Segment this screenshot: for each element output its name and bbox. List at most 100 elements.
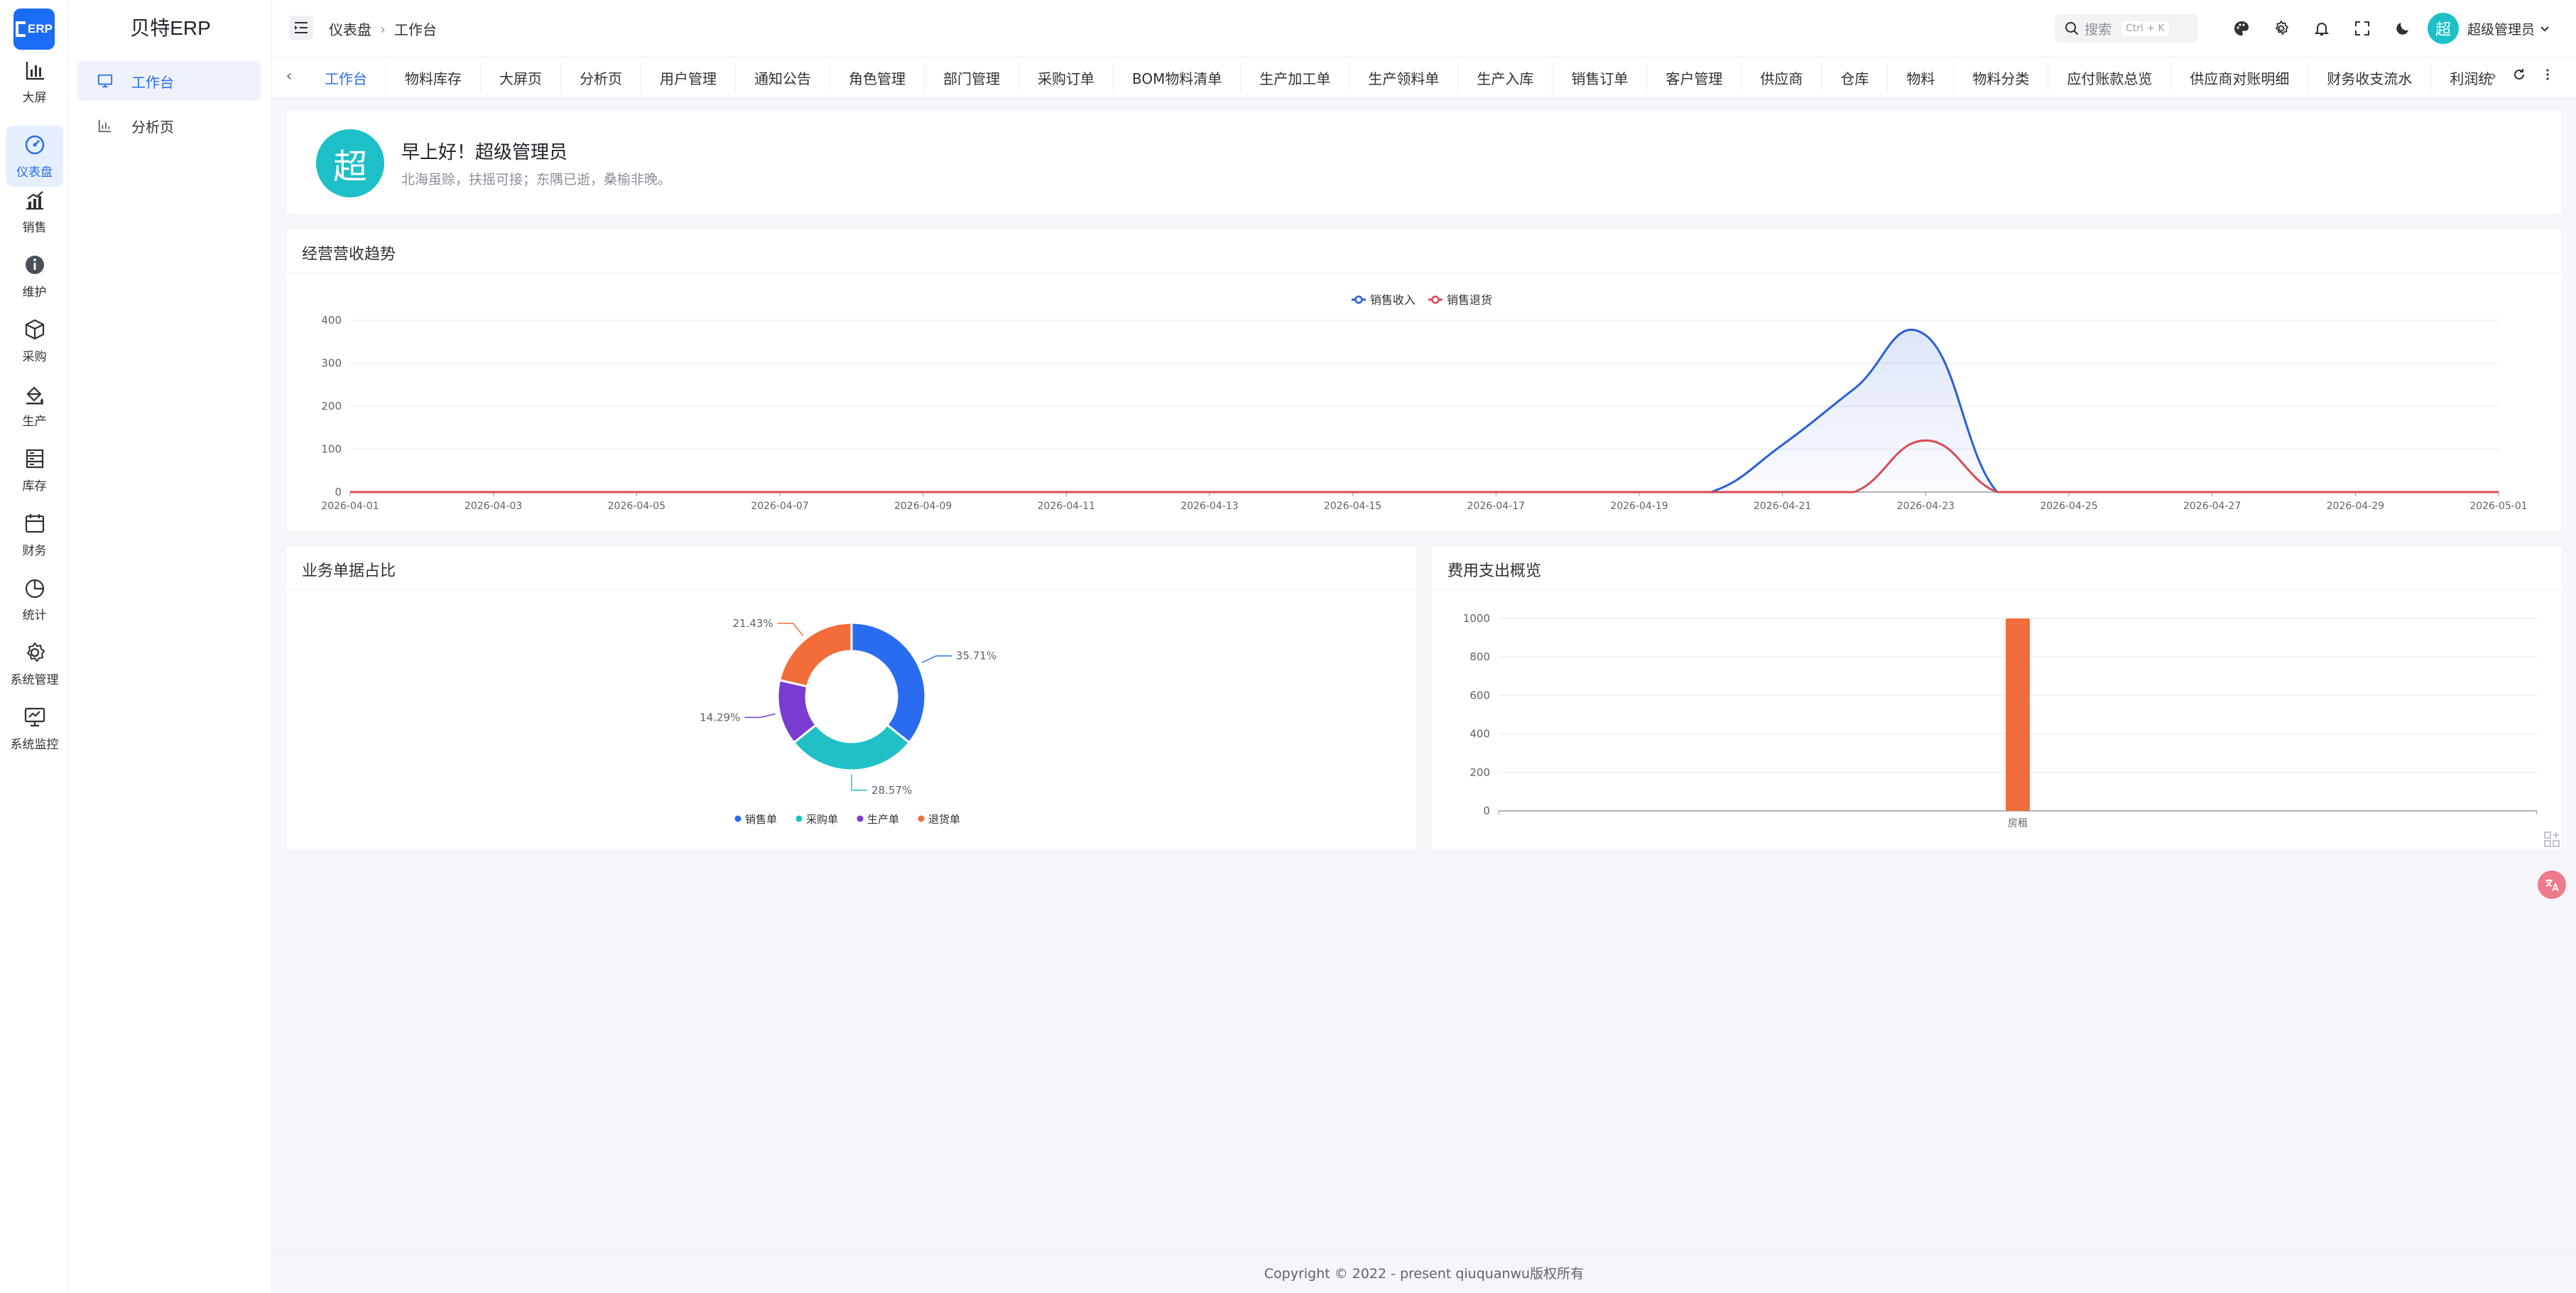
welcome-card: 超 早上好！超级管理员 北海虽赊，扶摇可接；东隅已逝，桑榆非晚。 <box>286 111 2562 214</box>
user-menu[interactable]: 超 超级管理员 <box>2428 13 2550 44</box>
floating-translate-button[interactable] <box>2538 871 2566 899</box>
tab-5[interactable]: 通知公告 <box>736 62 830 93</box>
moon-icon <box>2396 23 2408 35</box>
top-header: 仪表盘 › 工作台 搜索 Ctrl + K 超 超级管理员 <box>272 0 2576 57</box>
tab-20[interactable]: 供应商对账明细 <box>2171 62 2309 93</box>
welcome-avatar: 超 <box>316 129 384 197</box>
tabs-scroll-right-button[interactable]: › <box>2484 67 2504 87</box>
submenu-item-label: 工作台 <box>131 73 174 91</box>
menu-fold-icon <box>295 22 308 33</box>
tab-7[interactable]: 部门管理 <box>925 62 1019 93</box>
tabs-more-button[interactable] <box>2538 67 2558 87</box>
y-tick-label: 100 <box>321 443 342 456</box>
tab-6[interactable]: 角色管理 <box>830 62 925 93</box>
x-tick-label: 2026-04-01 <box>321 501 379 512</box>
document-ratio-card: 业务单据占比 35.71% 28.57% 14.29% 21.43% 销售单 采购单 生产单… <box>286 547 1416 849</box>
theme-palette-button[interactable] <box>2230 17 2253 40</box>
tabs-scroll-left-button[interactable]: ‹ <box>279 67 299 87</box>
search-shortcut: Ctrl + K <box>2121 21 2169 36</box>
box-icon <box>25 319 44 339</box>
x-tick-label: 2026-04-25 <box>2040 501 2097 512</box>
revenue-trend-card: 经营营收趋势 0 100 200 300 400 2026-04-01 2026-04-03… <box>286 230 2562 531</box>
pie-slice <box>778 621 853 688</box>
tab-2[interactable]: 大屏页 <box>481 62 561 93</box>
dashboard-icon <box>25 135 44 154</box>
notification-button[interactable] <box>2310 17 2333 40</box>
legend-marker <box>1354 295 1363 304</box>
breadcrumb-item: 工作台 <box>394 21 437 38</box>
tab-16[interactable]: 仓库 <box>1822 62 1888 93</box>
floating-apps-button[interactable] <box>2538 825 2566 853</box>
tab-3[interactable]: 分析页 <box>561 62 641 93</box>
rail-item-statistics[interactable]: 统计 <box>6 569 63 630</box>
y-tick-label: 200 <box>321 400 342 413</box>
tab-13[interactable]: 销售订单 <box>1553 62 1648 93</box>
chevron-down-icon <box>2540 26 2549 32</box>
rail-item-purchase[interactable]: 采购 <box>6 310 63 371</box>
rail-item-label: 维护 <box>22 285 47 300</box>
more-vertical-icon <box>2546 69 2549 80</box>
tabs-bar: ‹ 工作台 物料库存 大屏页 分析页 用户管理 通知公告 角色管理 部门管理 采购订单 BOM物料… <box>272 57 2576 98</box>
menu-toggle-button[interactable] <box>289 16 313 40</box>
rail-item-inventory[interactable]: 库存 <box>6 440 63 501</box>
bar <box>2006 618 2030 811</box>
search-label: 搜索 <box>2085 21 2112 38</box>
legend-label: 销售单 <box>745 813 777 826</box>
submenu-item-analysis[interactable]: 分析页 <box>77 106 261 146</box>
pie-value-label: 35.71% <box>956 650 996 662</box>
breadcrumb-item[interactable]: 仪表盘 <box>329 18 371 39</box>
tab-19[interactable]: 应付账款总览 <box>2048 62 2172 93</box>
dark-mode-toggle[interactable] <box>2391 17 2414 40</box>
app-logo[interactable]: ERP <box>13 9 55 50</box>
y-tick-label: 400 <box>321 314 342 327</box>
rail-item-maintenance[interactable]: 维护 <box>6 246 63 307</box>
rail-item-finance[interactable]: 财务 <box>6 504 63 565</box>
series-line <box>350 439 2499 493</box>
legend-label: 采购单 <box>806 813 838 826</box>
y-tick-label: 1000 <box>1463 612 1490 625</box>
settings-button[interactable] <box>2270 17 2293 40</box>
avatar: 超 <box>2428 13 2459 44</box>
rail-item-dashboard[interactable]: 仪表盘 <box>6 126 63 187</box>
rail-item-production[interactable]: 生产 <box>6 375 63 436</box>
tab-10[interactable]: 生产加工单 <box>1241 62 1350 93</box>
tab-8[interactable]: 采购订单 <box>1019 62 1114 93</box>
chevron-right-icon: › <box>380 20 386 38</box>
tab-9[interactable]: BOM物料清单 <box>1114 62 1241 93</box>
tab-1[interactable]: 物料库存 <box>386 62 481 93</box>
tab-17[interactable]: 物料 <box>1888 62 1955 93</box>
tab-18[interactable]: 物料分类 <box>1954 62 2049 93</box>
x-tick-label: 2026-04-17 <box>1467 501 1525 512</box>
tab-11[interactable]: 生产领料单 <box>1349 62 1459 93</box>
tab-0[interactable]: 工作台 <box>306 62 386 93</box>
revenue-trend-chart: 0 100 200 300 400 2026-04-01 2026-04-03 2026-04… <box>321 293 2527 512</box>
welcome-motto: 北海虽赊，扶摇可接；东隅已逝，桑榆非晚。 <box>401 172 672 187</box>
pie-value-label: 21.43% <box>732 617 773 630</box>
x-tick-label: 2026-04-11 <box>1038 501 1095 512</box>
page-footer: Copyright © 2022 - present qiuquanwu版权所有 <box>272 1253 2576 1293</box>
search-button[interactable]: 搜索 Ctrl + K <box>2055 14 2198 43</box>
app-brand: 贝特ERP <box>130 17 211 39</box>
user-name: 超级管理员 <box>2467 21 2536 38</box>
grid-add-icon <box>2544 831 2560 847</box>
tab-4[interactable]: 用户管理 <box>641 62 736 93</box>
fullscreen-button[interactable] <box>2351 17 2374 40</box>
submenu-item-workbench[interactable]: 工作台 <box>77 61 261 101</box>
tab-15[interactable]: 供应商 <box>1741 62 1822 93</box>
translate-icon <box>2545 879 2559 892</box>
breadcrumb: 仪表盘 › 工作台 <box>329 18 437 39</box>
rail-item-monitor[interactable]: 系统监控 <box>6 698 63 759</box>
tab-14[interactable]: 客户管理 <box>1647 62 1742 93</box>
rail-item-label: 系统管理 <box>10 672 59 687</box>
rail-item-bigscreen[interactable]: 大屏 <box>6 51 63 112</box>
refresh-button[interactable] <box>2509 67 2529 87</box>
warehouse-icon <box>26 449 43 468</box>
rail-item-sales[interactable]: 销售 <box>6 181 63 242</box>
tab-12[interactable]: 生产入库 <box>1458 62 1553 93</box>
tab-21[interactable]: 财务收支流水 <box>2308 62 2432 93</box>
rail-item-system[interactable]: 系统管理 <box>6 633 63 694</box>
legend-item: 销售退货 <box>1428 293 1492 307</box>
pie-label-line <box>851 774 868 791</box>
icon-rail: ERP 大屏 仪表盘 销售 维护 采购 生产 库存 财务 统计 系统管理 系统监… <box>0 0 69 1293</box>
rail-item-label: 大屏 <box>22 90 47 105</box>
